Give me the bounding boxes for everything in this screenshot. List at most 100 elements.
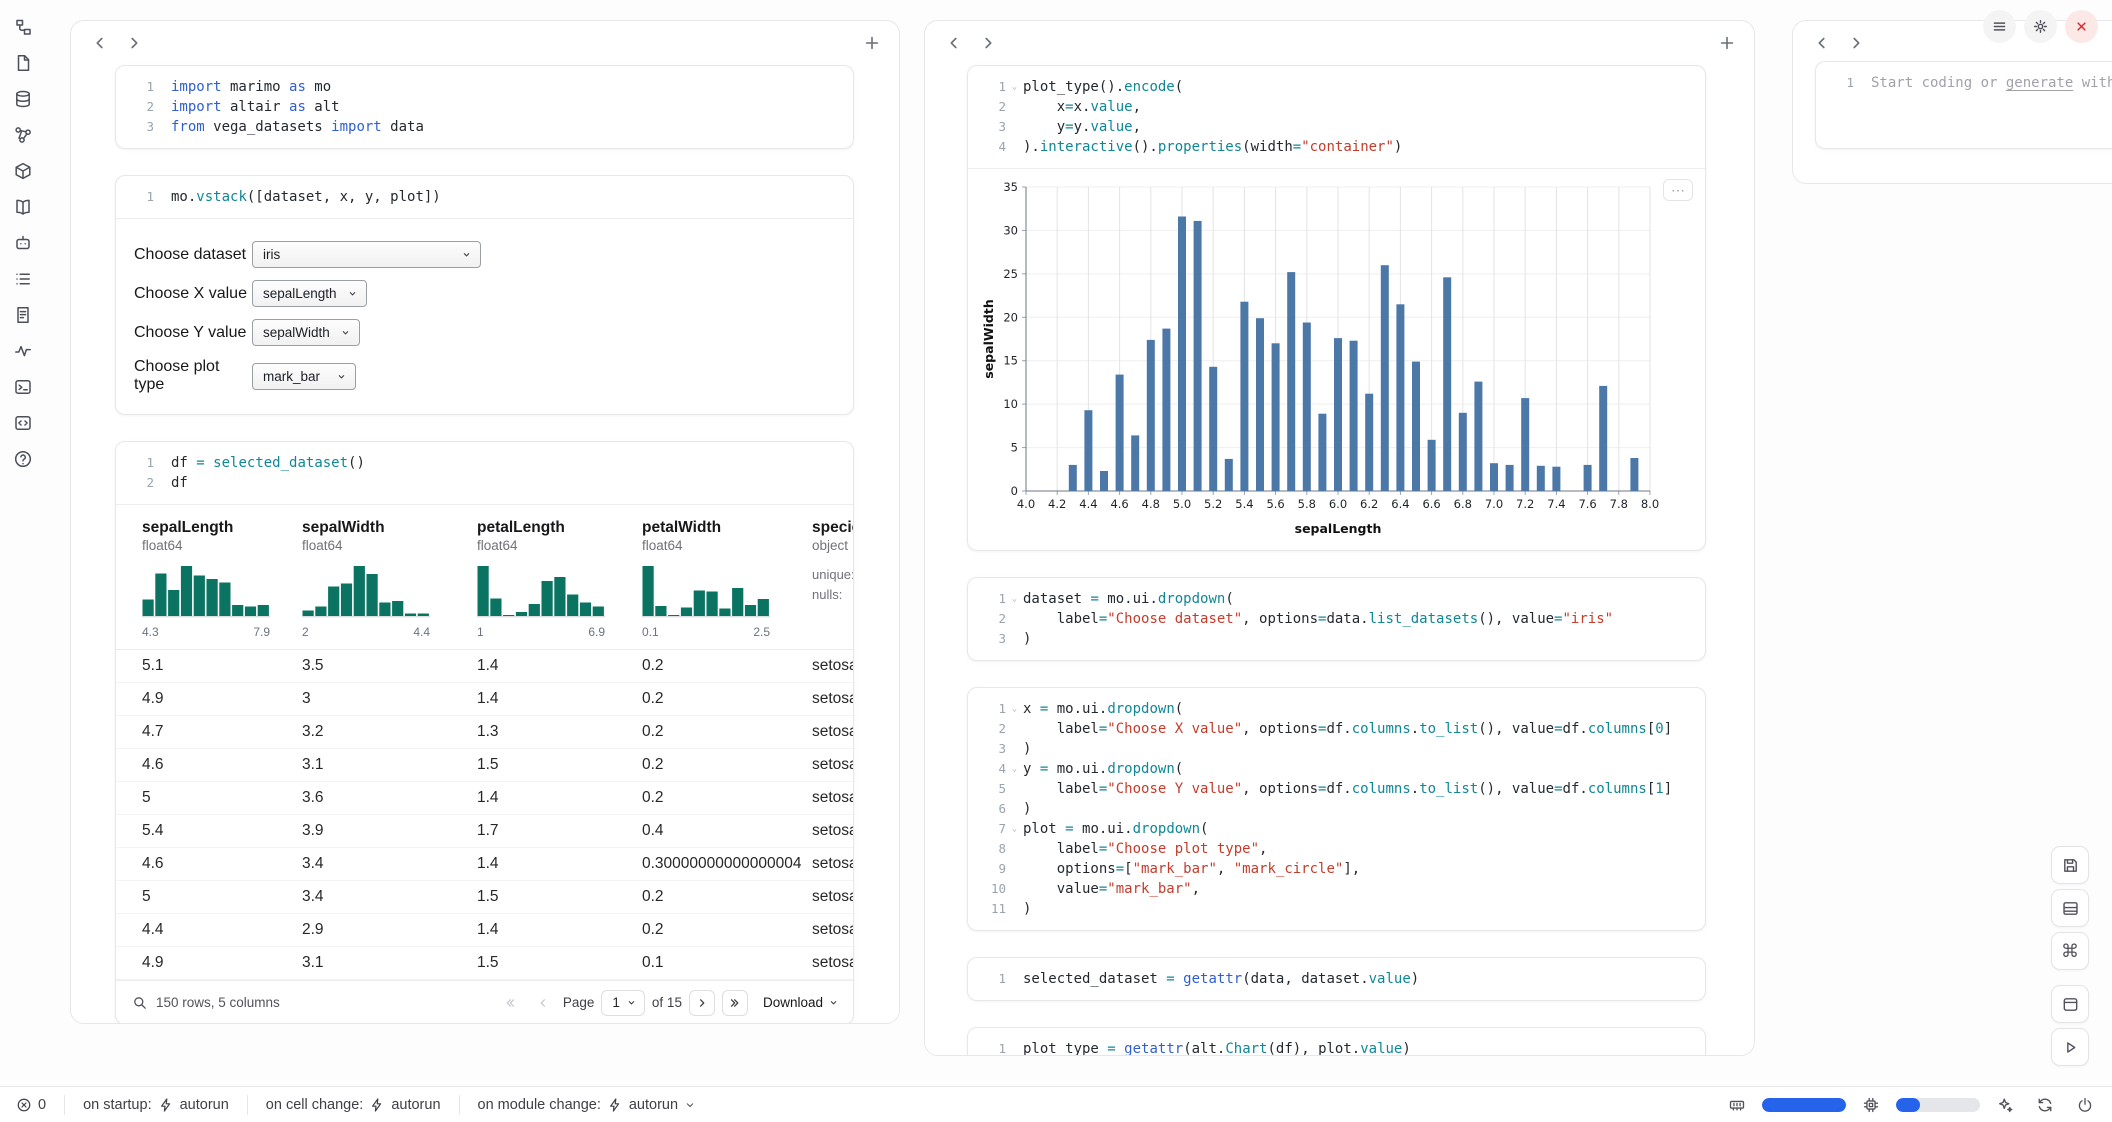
add-column-button[interactable] — [1712, 29, 1742, 57]
ai-assistant-button[interactable] — [1990, 1092, 2020, 1118]
dropdown-choose-y-value[interactable]: sepalWidth — [252, 319, 360, 346]
code-editor[interactable]: 1plot_type = getattr(alt.Chart(df), plot… — [968, 1028, 1705, 1056]
run-setting-on-startup[interactable]: on startup:autorun — [79, 1087, 233, 1122]
sidebar-icon-files[interactable] — [6, 48, 40, 78]
table-row[interactable]: 4.931.40.2setosa — [116, 683, 853, 716]
control-label: Choose X value — [134, 285, 252, 303]
setting-label: on cell change: — [266, 1097, 364, 1113]
download-button[interactable]: Download — [763, 995, 839, 1010]
table-column-header[interactable]: sepalLengthfloat644.37.9 — [142, 519, 302, 639]
table-row[interactable]: 5.43.91.70.4setosa — [116, 815, 853, 848]
first-page-button[interactable] — [497, 990, 523, 1016]
table-cell: 1.5 — [477, 756, 642, 774]
line-number: 1 — [1826, 73, 1854, 93]
table-column-header[interactable]: petalWidthfloat640.12.5 — [642, 519, 812, 639]
sidebar-icon-tracing[interactable] — [6, 336, 40, 366]
generate-link[interactable]: generate — [2006, 75, 2073, 91]
run-setting-on-cell-change[interactable]: on cell change:autorun — [262, 1087, 445, 1122]
chart-actions-button[interactable]: ⋯ — [1663, 179, 1693, 201]
page-select[interactable]: 1 — [601, 990, 645, 1016]
code-editor[interactable]: 1selected_dataset = getattr(data, datase… — [968, 958, 1705, 1000]
new-cell-editor[interactable]: 1 Start coding or generate with AI — [1815, 61, 2112, 149]
code-editor[interactable]: 1df = selected_dataset()2df — [116, 442, 853, 504]
errors-indicator[interactable]: 0 — [12, 1087, 50, 1122]
command-palette-button[interactable]: ⌘ — [2051, 932, 2089, 970]
control-row: Choose X valuesepalLength — [134, 280, 837, 307]
fold-chevron-icon[interactable]: ⌄ — [1006, 77, 1023, 97]
table-cell: setosa — [812, 888, 853, 906]
app-view-button[interactable] — [2051, 985, 2089, 1023]
table-row[interactable]: 4.63.11.50.2setosa — [116, 749, 853, 782]
dropdown-choose-dataset[interactable]: iris — [252, 241, 481, 268]
sidebar-icon-variables[interactable] — [6, 120, 40, 150]
page-count-label: of 15 — [652, 995, 682, 1010]
code-editor[interactable]: 1⌄x = mo.ui.dropdown(2 label="Choose X v… — [968, 688, 1705, 930]
sidebar-icon-packages[interactable] — [6, 156, 40, 186]
shutdown-button[interactable] — [2065, 10, 2098, 43]
notebook-menu-button[interactable] — [1983, 10, 2016, 43]
run-setting-on-module-change[interactable]: on module change:autorun — [474, 1087, 701, 1122]
table-row[interactable]: 53.61.40.2setosa — [116, 782, 853, 815]
sidebar-icon-file-explorer[interactable] — [6, 12, 40, 42]
fold-chevron-icon[interactable]: ⌄ — [1006, 589, 1023, 609]
add-column-button[interactable] — [857, 29, 887, 57]
table-row[interactable]: 53.41.50.2setosa — [116, 881, 853, 914]
sidebar-icon-datasets[interactable] — [6, 84, 40, 114]
column-move-right-button[interactable] — [1841, 29, 1871, 57]
code-editor[interactable]: 1mo.vstack([dataset, x, y, plot]) — [116, 176, 853, 218]
column-histogram — [142, 562, 270, 618]
svg-text:30: 30 — [1003, 223, 1018, 237]
svg-text:sepalLength: sepalLength — [1295, 521, 1382, 536]
save-button[interactable] — [2051, 846, 2089, 884]
column-move-right-button[interactable] — [973, 29, 1003, 57]
table-row[interactable]: 5.13.51.40.2setosa — [116, 650, 853, 683]
table-row[interactable]: 4.42.91.40.2setosa — [116, 914, 853, 947]
code-editor[interactable]: 1import marimo as mo2import altair as al… — [116, 66, 853, 148]
layout-rows-button[interactable] — [2051, 889, 2089, 927]
svg-text:5.0: 5.0 — [1173, 497, 1191, 511]
table-column-header[interactable]: petalLengthfloat6416.9 — [477, 519, 642, 639]
sidebar-icon-documentation[interactable] — [6, 192, 40, 222]
code-editor[interactable]: 1⌄dataset = mo.ui.dropdown(2 label="Choo… — [968, 578, 1705, 660]
sidebar-icon-ai-chat[interactable] — [6, 228, 40, 258]
power-button[interactable] — [2070, 1092, 2100, 1118]
search-icon[interactable] — [132, 995, 148, 1011]
dropdown-choose-x-value[interactable]: sepalLength — [252, 280, 367, 307]
table-row[interactable]: 4.63.41.40.30000000000000004setosa — [116, 848, 853, 881]
editor-placeholder: Start coding or generate with AI — [1871, 73, 2112, 93]
settings-button[interactable] — [2024, 10, 2057, 43]
next-page-button[interactable] — [689, 990, 715, 1016]
table-cell: 2.9 — [302, 921, 477, 939]
column-move-right-button[interactable] — [119, 29, 149, 57]
fold-chevron-icon[interactable]: ⌄ — [1006, 819, 1023, 839]
fold-chevron-icon[interactable]: ⌄ — [1006, 699, 1023, 719]
sidebar-icon-scratchpad[interactable] — [6, 372, 40, 402]
dropdown-value: sepalWidth — [263, 325, 330, 340]
table-cell: 4.4 — [142, 921, 302, 939]
play-icon — [2061, 1038, 2080, 1057]
last-page-button[interactable] — [722, 990, 748, 1016]
sidebar-icon-logs[interactable] — [6, 300, 40, 330]
sidebar-icon-outline[interactable] — [6, 264, 40, 294]
prev-page-button[interactable] — [530, 990, 556, 1016]
column-move-left-button[interactable] — [939, 29, 969, 57]
table-row[interactable]: 4.73.21.30.2setosa — [116, 716, 853, 749]
table-column-header[interactable]: sepalWidthfloat6424.4 — [302, 519, 477, 639]
column-move-left-button[interactable] — [1807, 29, 1837, 57]
table-row[interactable]: 4.93.11.50.1setosa — [116, 947, 853, 980]
sidebar-icon-snippets[interactable] — [6, 408, 40, 438]
column-move-left-button[interactable] — [85, 29, 115, 57]
fold-chevron-icon[interactable]: ⌄ — [1006, 759, 1023, 779]
line-number: 1 — [126, 77, 154, 97]
table-cell: 0.2 — [642, 888, 812, 906]
code-editor[interactable]: 1⌄plot_type().encode(2 x=x.value,3 y=y.v… — [968, 66, 1705, 168]
table-column-header[interactable]: speciesobjectunique:nulls: — [812, 519, 853, 639]
table-cell: 0.30000000000000004 — [642, 855, 812, 873]
svg-text:5.4: 5.4 — [1235, 497, 1253, 511]
sidebar-icon-help[interactable] — [6, 444, 40, 474]
table-cell: 4.9 — [142, 690, 302, 708]
divider — [247, 1095, 248, 1115]
run-button[interactable] — [2051, 1028, 2089, 1066]
dropdown-choose-plot-type[interactable]: mark_bar — [252, 363, 356, 390]
restart-kernel-button[interactable] — [2030, 1092, 2060, 1118]
